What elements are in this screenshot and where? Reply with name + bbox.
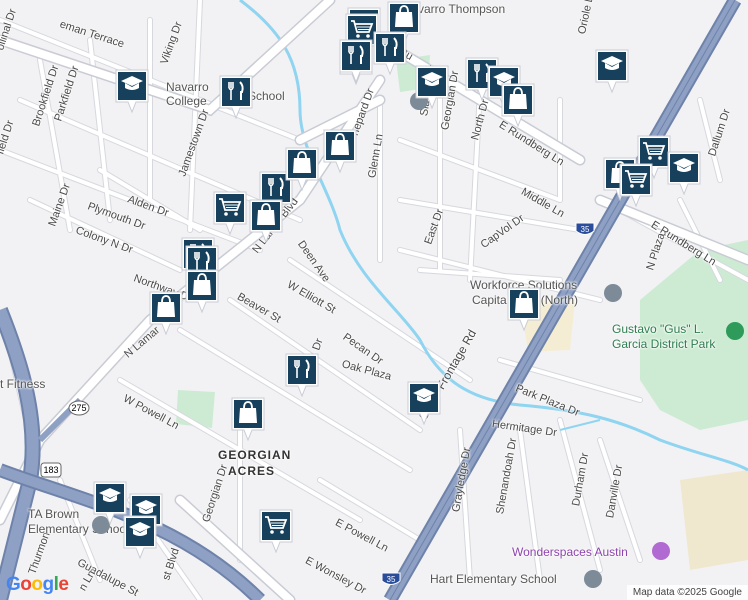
map-pin-restaurant[interactable] (218, 74, 254, 120)
place-label-navarro-thompson[interactable]: varro Thompson (418, 2, 505, 16)
map-pin-grocery[interactable] (618, 162, 654, 208)
google-logo-part: o (20, 574, 32, 595)
shield-number: 35 (387, 575, 396, 584)
map-pin-restaurant[interactable] (372, 30, 408, 76)
map-pin-restaurant[interactable] (338, 38, 374, 84)
grocery-icon (259, 509, 293, 554)
restaurant-icon (339, 39, 373, 84)
school-icon (595, 49, 629, 94)
museum-icon[interactable] (652, 542, 670, 560)
map-pin-school[interactable] (666, 150, 702, 196)
map-pin-school[interactable] (114, 68, 150, 114)
place-label-ta-brown[interactable]: TA Brown (28, 507, 79, 521)
map-pin-shopping[interactable] (322, 128, 358, 174)
shield-number: 183 (43, 465, 58, 475)
shopping-icon (507, 287, 541, 332)
map-pin-school[interactable] (406, 380, 442, 426)
campus-area (680, 470, 748, 570)
shopping-icon (185, 269, 219, 314)
interstate-shield-icon: 35 (380, 572, 402, 588)
place-label-navarro-2[interactable]: College (166, 94, 207, 108)
map-pin-grocery[interactable] (258, 508, 294, 554)
map-attribution[interactable]: Map data ©2025 Google (626, 585, 748, 600)
map-pin-shopping[interactable] (148, 290, 184, 336)
shopping-icon (501, 83, 535, 128)
google-logo-part: G (6, 574, 21, 595)
google-logo-part: g (42, 574, 55, 595)
google-logo: Google (6, 574, 69, 596)
school-icon (667, 151, 701, 196)
park-icon[interactable] (726, 322, 744, 340)
shopping-icon (285, 147, 319, 192)
map-pin-shopping[interactable] (184, 268, 220, 314)
school-icon (115, 69, 149, 114)
place-label-wonderspaces[interactable]: Wonderspaces Austin (512, 545, 628, 559)
place-label-garcia-park-2[interactable]: Garcia District Park (612, 337, 715, 351)
map-pin-shopping[interactable] (248, 198, 284, 244)
place-label-garcia-park[interactable]: Gustavo "Gus" L. (612, 322, 704, 336)
place-label-fitness[interactable]: t Fitness (0, 377, 45, 391)
place-label-hart[interactable]: Hart Elementary School (430, 572, 557, 586)
neighborhood-label-2: ACRES (228, 464, 276, 478)
school-icon (407, 381, 441, 426)
shopping-icon (231, 397, 265, 442)
shopping-icon (249, 199, 283, 244)
google-logo-part: e (58, 574, 69, 595)
map-pin-school[interactable] (122, 514, 158, 560)
place-label-navarro[interactable]: Navarro (166, 80, 209, 94)
shield-number: 35 (581, 225, 590, 234)
interstate-shield-icon: 35 (574, 222, 596, 238)
school-icon (123, 515, 157, 560)
shopping-icon (323, 129, 357, 174)
map-pin-restaurant[interactable] (284, 352, 320, 398)
map-pin-grocery[interactable] (212, 190, 248, 236)
school-icon (415, 65, 449, 110)
grocery-icon (213, 191, 247, 236)
map-pin-shopping[interactable] (230, 396, 266, 442)
shield-number: 275 (71, 403, 86, 413)
google-logo-part: o (31, 574, 43, 595)
map-pin-school[interactable] (414, 64, 450, 110)
neighborhood-label: GEORGIAN (218, 448, 292, 462)
map-canvas[interactable]: eman Terrace ollinal Dr Viking Dr Brookf… (0, 0, 748, 600)
map-pin-shopping[interactable] (500, 82, 536, 128)
highway-shield-icon: 183 (40, 462, 62, 478)
map-pin-shopping[interactable] (284, 146, 320, 192)
shopping-icon (149, 291, 183, 336)
restaurant-icon (373, 31, 407, 76)
restaurant-icon (285, 353, 319, 398)
map-pin-school[interactable] (594, 48, 630, 94)
highway-shield-icon: 275 (68, 400, 90, 416)
map-pin-shopping[interactable] (506, 286, 542, 332)
government-icon[interactable] (604, 284, 622, 302)
restaurant-icon (219, 75, 253, 120)
grocery-icon (619, 163, 653, 208)
school-poi-icon[interactable] (584, 570, 602, 588)
